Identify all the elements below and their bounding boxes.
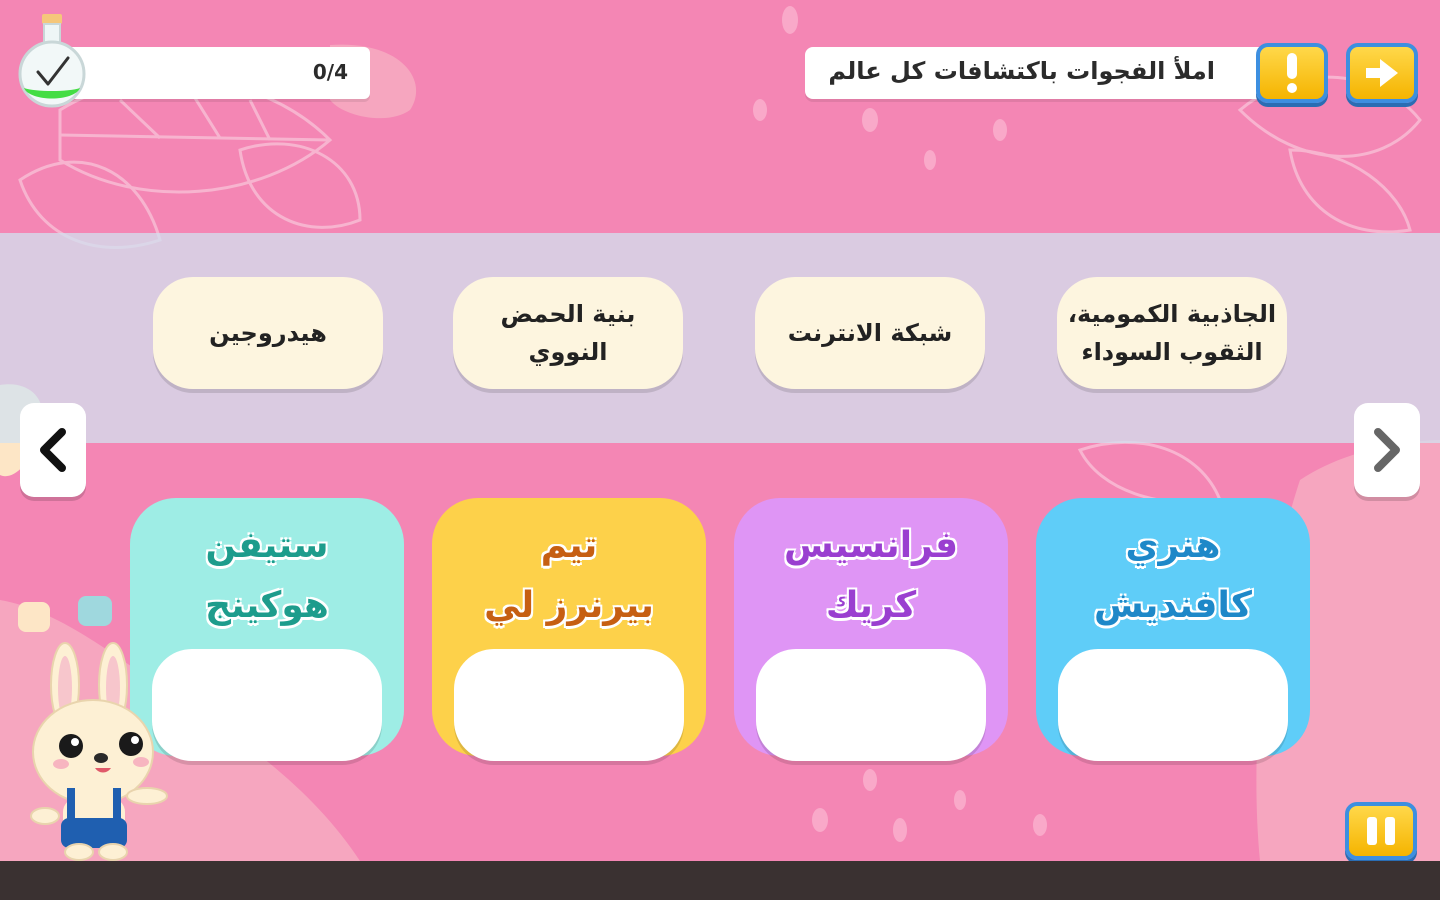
pause-button[interactable] xyxy=(1345,802,1417,860)
scientist-name: تيم بيرنرز لي xyxy=(432,516,706,636)
chevron-left-icon xyxy=(40,428,66,472)
pause-icon xyxy=(1385,817,1395,845)
scientist-name: هنري كافنديش xyxy=(1036,516,1310,636)
instruction-text: املأ الفجوات باكتشافات كل عالم xyxy=(828,57,1215,85)
scientist-name-line1: فرانسيس xyxy=(783,525,959,566)
exclamation-icon xyxy=(1287,53,1297,93)
scientist-name: ستيفن هوكينج xyxy=(130,516,404,636)
next-page-button[interactable] xyxy=(1354,403,1420,497)
scientist-name-line2: بيرنرز لي xyxy=(484,585,654,626)
previous-page-button[interactable] xyxy=(20,403,86,497)
progress-bar: 0/4 xyxy=(40,47,370,99)
scientist-card: تيم بيرنرز لي xyxy=(432,498,706,761)
scientist-name-line2: هوكينج xyxy=(205,585,329,626)
arrow-right-icon xyxy=(1366,59,1398,87)
drop-slot[interactable] xyxy=(1058,649,1288,761)
chevron-right-icon xyxy=(1374,428,1400,472)
scientist-name-line1: تيم xyxy=(540,525,598,566)
hint-button[interactable] xyxy=(1256,43,1328,103)
scientist-card: هنري كافنديش xyxy=(1036,498,1310,761)
pause-icon xyxy=(1367,817,1377,845)
drop-slot[interactable] xyxy=(756,649,986,761)
background-decoration xyxy=(0,6,1440,861)
next-button[interactable] xyxy=(1346,43,1418,103)
progress-count: 0/4 xyxy=(312,60,348,84)
drop-slot[interactable] xyxy=(152,649,382,761)
answer-chip[interactable]: بنية الحمض النووي xyxy=(453,277,683,389)
scientist-name-line1: هنري xyxy=(1125,525,1221,566)
scientist-card: ستيفن هوكينج xyxy=(130,498,404,761)
flask-icon xyxy=(18,14,86,108)
answer-chip[interactable]: الجاذبية الكمومية، الثقوب السوداء xyxy=(1057,277,1287,389)
bottom-bar xyxy=(0,861,1440,900)
scientist-card: فرانسيس كريك xyxy=(734,498,1008,761)
scientist-name-line1: ستيفن xyxy=(205,525,329,566)
instruction-banner: املأ الفجوات باكتشافات كل عالم xyxy=(805,47,1275,99)
drop-slot[interactable] xyxy=(454,649,684,761)
scientist-name: فرانسيس كريك xyxy=(734,516,1008,636)
answer-chip[interactable]: شبكة الانترنت xyxy=(755,277,985,389)
scientist-name-line2: كريك xyxy=(825,585,917,626)
scientist-name-line2: كافنديش xyxy=(1094,585,1252,626)
answer-chip[interactable]: هيدروجين xyxy=(153,277,383,389)
